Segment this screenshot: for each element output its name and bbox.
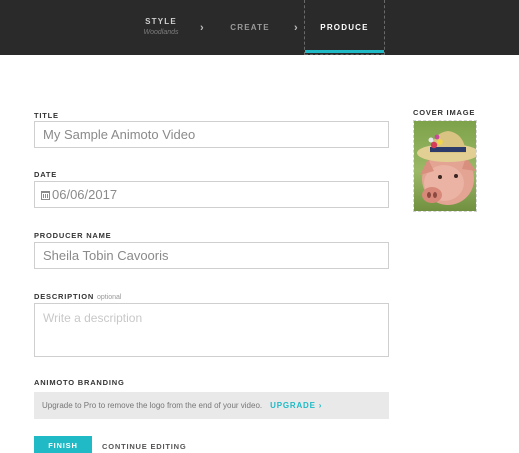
title-input[interactable]: My Sample Animoto Video: [34, 121, 389, 148]
date-value: 06/06/2017: [52, 187, 118, 202]
description-label-text: DESCRIPTION: [34, 292, 95, 301]
producer-name-label: PRODUCER NAME: [34, 231, 112, 240]
step-create-label: CREATE: [230, 23, 270, 32]
step-create[interactable]: CREATE: [221, 0, 279, 55]
description-textarea[interactable]: Write a description: [34, 303, 389, 357]
upgrade-link[interactable]: UPGRADE ›: [270, 401, 322, 410]
step-navigation-bar: STYLE Woodlands › CREATE › PRODUCE: [0, 0, 519, 55]
title-label: TITLE: [34, 111, 59, 120]
producer-name-input[interactable]: Sheila Tobin Cavooris: [34, 242, 389, 269]
date-input[interactable]: 06/06/2017: [34, 181, 389, 208]
chevron-right-icon: ›: [200, 22, 204, 34]
cover-image-thumbnail[interactable]: [413, 120, 477, 212]
pig-in-hat-image: [414, 121, 476, 211]
step-produce[interactable]: PRODUCE: [305, 0, 384, 55]
description-label: DESCRIPTION optional: [34, 292, 121, 301]
branding-upgrade-notice: Upgrade to Pro to remove the logo from t…: [34, 392, 389, 419]
active-step-indicator: [305, 50, 384, 53]
continue-editing-link[interactable]: CONTINUE EDITING: [102, 442, 186, 451]
cover-image-label: COVER IMAGE: [413, 108, 476, 117]
step-divider: [384, 0, 385, 55]
active-step-underline: [305, 54, 384, 55]
calendar-icon: [41, 191, 50, 200]
date-label: DATE: [34, 170, 58, 179]
step-produce-label: PRODUCE: [320, 23, 369, 32]
chevron-right-icon: ›: [294, 22, 298, 34]
animoto-branding-label: ANIMOTO BRANDING: [34, 378, 125, 387]
step-style-label: STYLE: [145, 17, 177, 26]
branding-message: Upgrade to Pro to remove the logo from t…: [42, 401, 263, 410]
optional-hint: optional: [96, 294, 122, 301]
step-style[interactable]: STYLE Woodlands: [130, 0, 192, 55]
finish-button[interactable]: FINISH: [34, 436, 92, 453]
step-style-theme-name: Woodlands: [143, 29, 179, 36]
